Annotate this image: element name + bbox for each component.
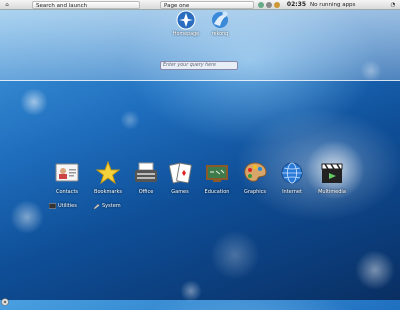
category-label: Education — [204, 189, 230, 195]
tab-page-one[interactable]: Page one — [160, 1, 254, 9]
category-system[interactable]: System — [93, 203, 121, 210]
category-utilities[interactable]: Utilities — [48, 203, 77, 209]
chalkboard-icon — [204, 160, 230, 186]
category-label: Bookmarks — [94, 189, 122, 195]
category-label: Multimedia — [318, 189, 346, 195]
network-icon[interactable] — [258, 2, 264, 8]
category-label: Office — [138, 189, 154, 195]
star-icon — [95, 160, 121, 186]
category-multimedia[interactable]: Multimedia — [314, 160, 350, 195]
favorite-rekonq[interactable]: rekonq — [202, 10, 238, 37]
category-label: Utilities — [58, 203, 77, 209]
contacts-icon — [54, 160, 80, 186]
clock[interactable]: 02:35 — [278, 1, 306, 9]
category-contacts[interactable]: Contacts — [49, 160, 85, 195]
category-label: Internet — [282, 189, 302, 195]
tab-search-and-launch[interactable]: Search and launch — [32, 1, 140, 9]
top-panel: ⌂ Search and launch Page one 02:35 No ru… — [0, 0, 400, 10]
category-office[interactable]: Office — [128, 160, 164, 195]
cashew-icon[interactable]: ◔ — [388, 1, 398, 9]
system-icon — [93, 203, 100, 210]
category-label: Graphics — [243, 189, 267, 195]
rekonq-icon — [210, 10, 230, 30]
volume-icon[interactable] — [266, 2, 272, 8]
task-manager-status: No running apps — [310, 2, 356, 8]
favorite-homepage[interactable]: Homepage — [168, 10, 204, 37]
category-games[interactable]: Games — [162, 160, 198, 195]
globe-icon — [279, 160, 305, 186]
cards-icon — [167, 160, 193, 186]
typewriter-icon — [133, 160, 159, 186]
category-label: Contacts — [55, 189, 79, 195]
palette-icon — [242, 160, 268, 186]
category-label: Games — [171, 189, 189, 195]
homepage-icon — [176, 10, 196, 30]
category-internet[interactable]: Internet — [274, 160, 310, 195]
kde-menu-icon[interactable]: ⌂ — [2, 1, 12, 9]
search-input[interactable]: Enter your query here — [160, 61, 238, 70]
utilities-icon — [48, 203, 57, 209]
favorite-label: Homepage — [172, 32, 200, 37]
favorite-label: rekonq — [211, 32, 229, 37]
category-label: System — [102, 203, 121, 209]
category-graphics[interactable]: Graphics — [237, 160, 273, 195]
category-education[interactable]: Education — [199, 160, 235, 195]
category-bookmarks[interactable]: Bookmarks — [90, 160, 126, 195]
desktop-toolbox-icon[interactable] — [1, 291, 9, 306]
clapperboard-icon — [319, 160, 345, 186]
